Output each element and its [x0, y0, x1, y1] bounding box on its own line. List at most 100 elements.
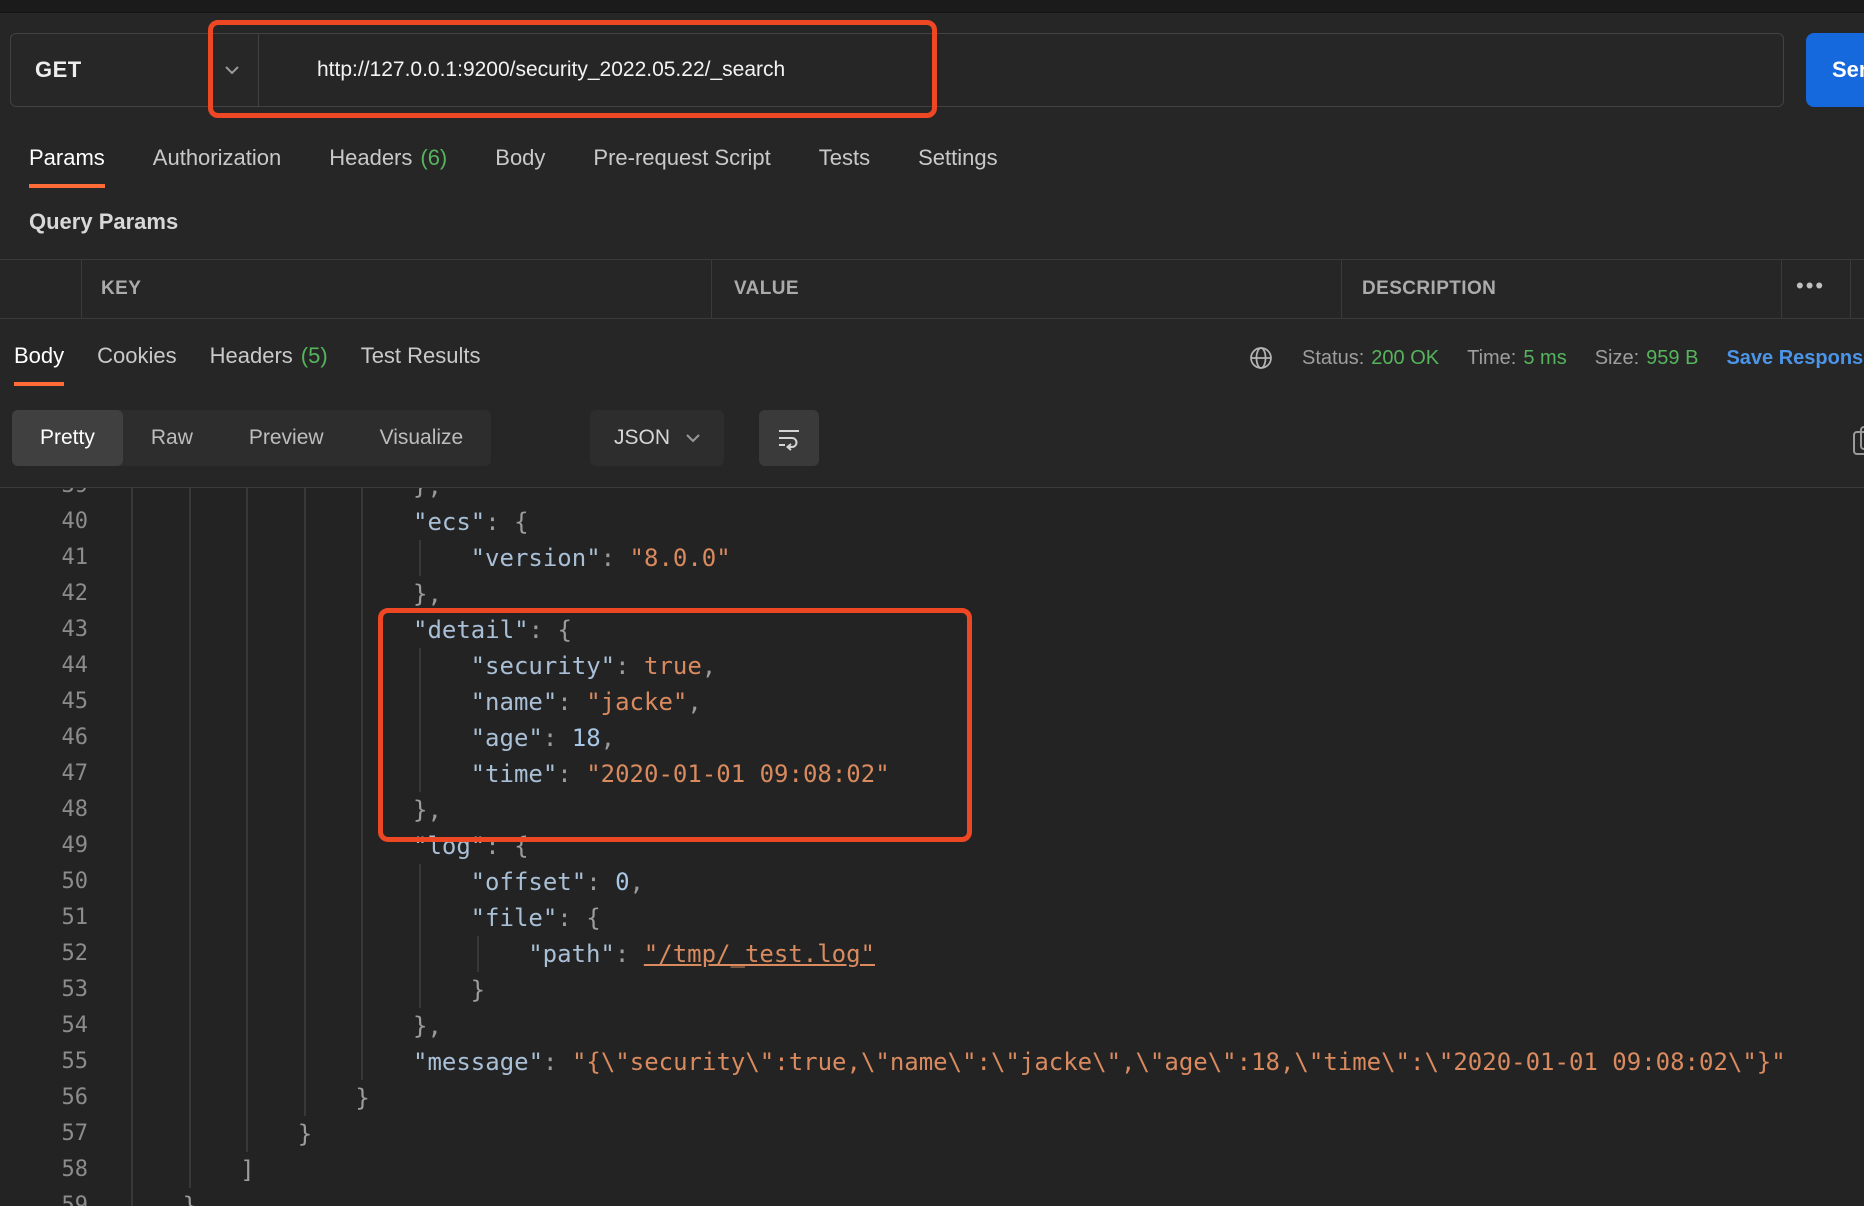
resp-tab-headers[interactable]: Headers (5) [210, 330, 328, 386]
response-view-switcher: Pretty Raw Preview Visualize [12, 410, 492, 466]
globe-icon[interactable] [1248, 345, 1274, 371]
view-pretty[interactable]: Pretty [12, 410, 123, 466]
tab-tests-label: Tests [818, 145, 871, 170]
tab-body[interactable]: Body [495, 132, 545, 188]
indent-guide [246, 756, 249, 792]
code-token: "ecs" [413, 508, 486, 536]
view-visualize[interactable]: Visualize [352, 410, 492, 466]
send-button[interactable]: Send [1806, 33, 1864, 107]
code-line: 55 "message": "{\"security\":true,\"name\… [0, 1044, 1864, 1080]
line-number: 43 [61, 617, 89, 642]
code-content: } [88, 972, 1864, 1008]
indent-guide [303, 864, 306, 900]
column-description: DESCRIPTION [1362, 278, 1497, 299]
indent-guide [303, 1008, 306, 1044]
indent-guide [419, 900, 421, 936]
resp-tab-cookies[interactable]: Cookies [97, 330, 176, 386]
code-token: "name" [470, 688, 558, 716]
save-response-button[interactable]: Save Response [1726, 347, 1864, 370]
tab-params[interactable]: Params [29, 132, 105, 188]
indent-guide [246, 1008, 249, 1044]
code-line: 50 "offset": 0, [0, 864, 1864, 900]
code-content: "detail": { [88, 612, 1864, 648]
format-label: JSON [614, 426, 671, 449]
indent-guide [246, 648, 249, 684]
indent-guide [131, 1188, 133, 1206]
indent-guide [361, 540, 364, 576]
size-value: 959 B [1646, 346, 1699, 369]
code-content: }, [88, 488, 1864, 504]
file-path-link[interactable]: "/tmp/_test.log" [644, 940, 875, 968]
line-number: 40 [61, 509, 89, 534]
view-raw[interactable]: Raw [123, 410, 221, 466]
copy-icon[interactable] [1850, 424, 1864, 458]
chevron-down-icon [225, 66, 239, 75]
indent-guide [246, 900, 249, 936]
line-number: 52 [61, 941, 89, 966]
view-preview[interactable]: Preview [221, 410, 352, 466]
indent-guide [361, 756, 364, 792]
indent-guide [131, 792, 133, 828]
indent-guide [188, 1152, 191, 1188]
indent-guide [361, 864, 364, 900]
tab-settings[interactable]: Settings [918, 132, 998, 188]
indent-guide [131, 972, 133, 1008]
indent-guide [246, 1080, 249, 1116]
code-token: }, [413, 488, 442, 500]
indent-guide [303, 540, 306, 576]
indent-guide [131, 828, 133, 864]
column-key: KEY [101, 278, 142, 299]
indent-guide [246, 792, 249, 828]
indent-guide [419, 972, 421, 1008]
line-number: 44 [61, 653, 89, 678]
indent-guide [131, 1152, 133, 1188]
code-token: "jacke" [586, 688, 688, 716]
tab-params-label: Params [29, 145, 105, 170]
response-body[interactable]: 39},40"ecs": {41"version": "8.0.0"42},43… [0, 487, 1864, 1206]
indent-guide [188, 612, 191, 648]
indent-guide [361, 648, 364, 684]
tab-tests[interactable]: Tests [819, 132, 870, 188]
code-token: }, [413, 580, 442, 608]
top-strip [0, 0, 1864, 13]
table-more-button[interactable]: ••• [1796, 260, 1825, 318]
indent-guide [246, 1044, 249, 1080]
indent-guide [303, 576, 306, 612]
line-number: 55 [61, 1049, 89, 1074]
indent-guide [419, 540, 421, 576]
code-content: } [88, 1116, 1864, 1152]
url-input[interactable] [259, 33, 1784, 107]
tab-authorization[interactable]: Authorization [153, 132, 281, 188]
line-number: 56 [61, 1085, 89, 1110]
indent-guide [361, 684, 364, 720]
code-token: "8.0.0" [629, 544, 731, 572]
resp-tab-body[interactable]: Body [14, 330, 65, 386]
code-token: "age" [470, 724, 543, 752]
indent-guide [131, 936, 133, 972]
line-number: 42 [61, 581, 89, 606]
code-token: "version" [470, 544, 601, 572]
tab-pre-request-script[interactable]: Pre-request Script [593, 132, 770, 188]
code-token: "detail" [413, 616, 529, 644]
indent-guide [131, 900, 133, 936]
indent-guide [419, 684, 421, 720]
indent-guide [419, 720, 421, 756]
indent-guide [131, 488, 133, 504]
indent-guide [303, 936, 306, 972]
indent-guide [131, 720, 133, 756]
indent-guide [361, 612, 364, 648]
table-divider [711, 260, 712, 318]
indent-guide [419, 648, 421, 684]
resp-tab-test-results[interactable]: Test Results [361, 330, 481, 386]
indent-guide [188, 504, 191, 540]
code-line: 56} [0, 1080, 1864, 1116]
code-content: "offset": 0, [88, 864, 1864, 900]
indent-guide [131, 756, 133, 792]
indent-guide [361, 792, 364, 828]
indent-guide [303, 1044, 306, 1080]
wrap-text-button[interactable] [759, 410, 819, 466]
format-select[interactable]: JSON [590, 410, 725, 466]
indent-guide [246, 504, 249, 540]
tab-headers[interactable]: Headers (6) [329, 132, 447, 188]
method-select[interactable]: GET [10, 33, 259, 107]
